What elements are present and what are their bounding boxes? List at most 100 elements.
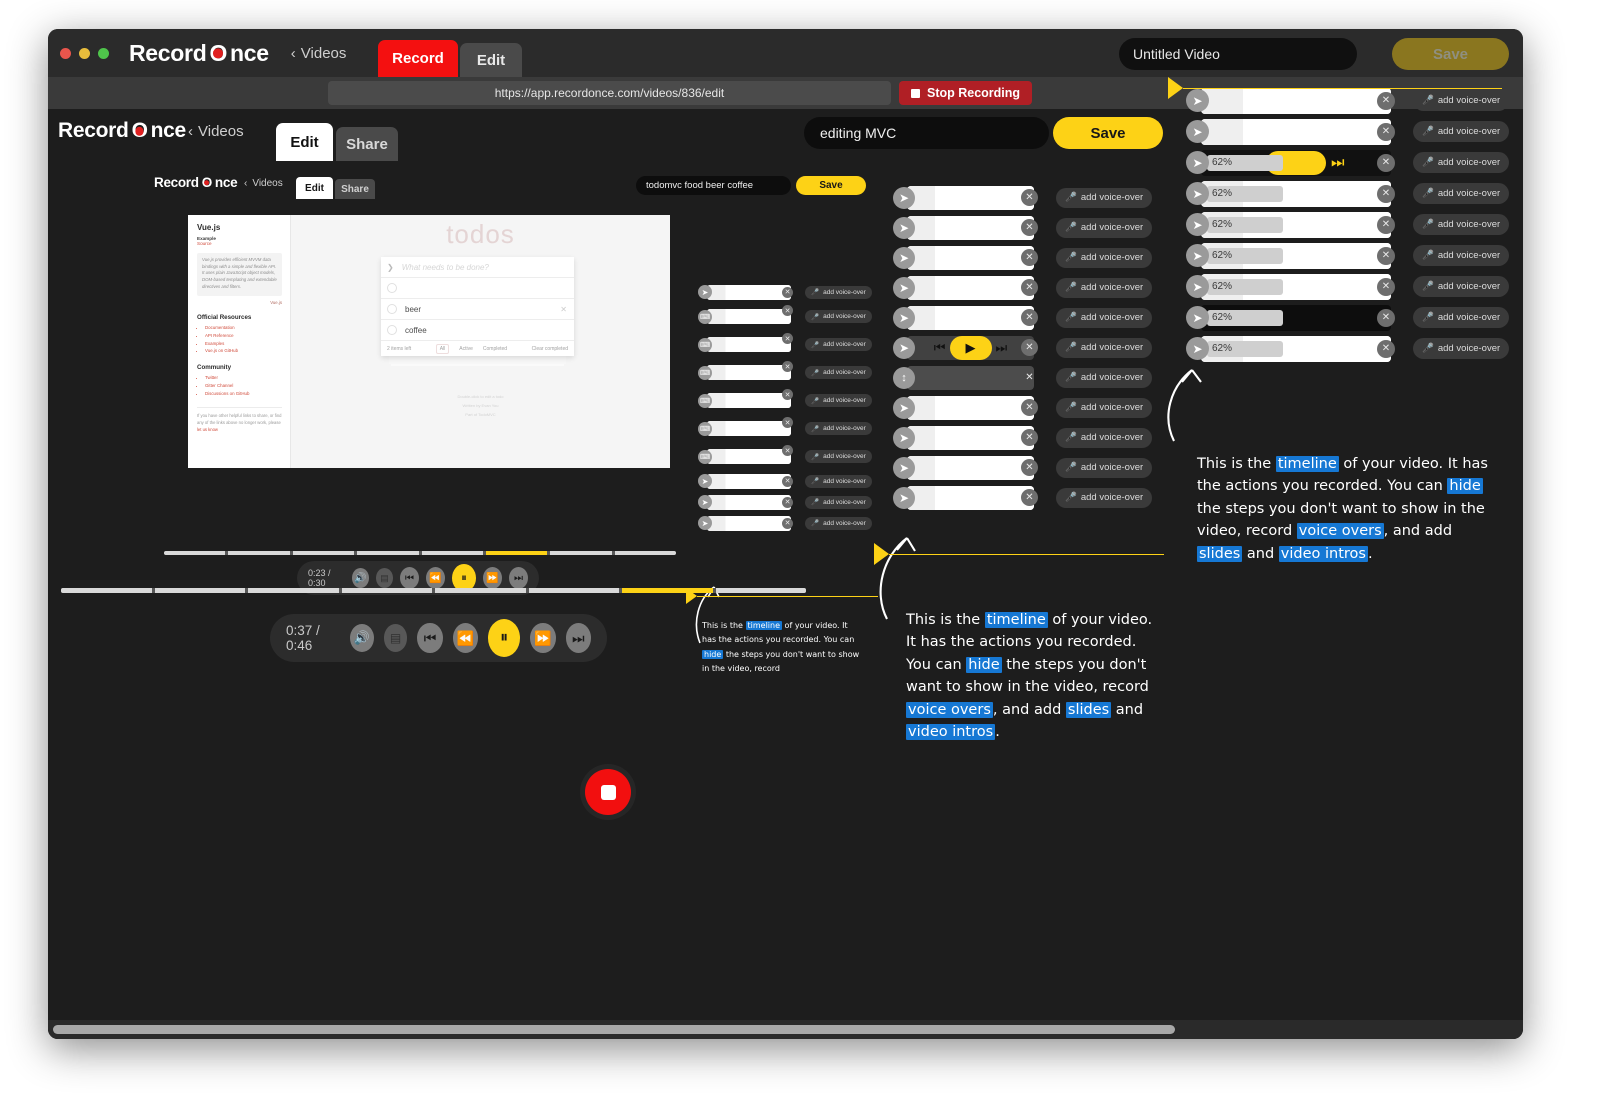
timeline-row[interactable]: ➤ ✕ 🎤 add voice-over [893,184,1163,211]
inner-save-button[interactable]: Save [796,176,866,195]
preview-footer-link[interactable]: let us know [197,427,218,432]
timeline-row[interactable]: ➤ ✕ 🎤 add voice-over [893,304,1163,331]
timeline-row[interactable]: ⌨ "food" ✕ 🎤 add voice-over [698,304,878,329]
add-voice-over-button[interactable]: 🎤 add voice-over [805,338,872,351]
delete-step-icon[interactable]: ✕ [1377,308,1395,327]
mid-player-controls[interactable]: 0:37 / 0:46 🔊 ▤ ⏮ ⏪ ⏸ ⏩ ⏭ [270,614,607,662]
delete-step-icon[interactable]: ✕ [1377,246,1395,265]
close-window-icon[interactable] [60,47,71,59]
timeline-thumbnail[interactable]: 62% [1201,180,1391,207]
delete-step-icon[interactable]: ✕ [782,333,793,344]
delete-step-icon[interactable]: ✕ [1021,459,1038,476]
timeline-thumbnail[interactable] [907,185,1034,210]
timeline-row[interactable]: ➤ ✕ 🎤 add voice-over [893,244,1163,271]
timeline-thumbnail[interactable]: [Enter] [707,393,791,408]
timeline-thumbnail[interactable]: [Enter] [707,449,791,464]
timeline-thumbnail[interactable]: 62% [1201,273,1391,300]
add-voice-over-button[interactable]: 🎤 add voice-over [1413,214,1510,235]
todo-filter-active[interactable]: Active [459,346,473,352]
add-voice-over-button[interactable]: 🎤 add voice-over [1413,152,1510,173]
inner-tab-edit[interactable]: Edit [296,177,333,199]
inner-tab-group[interactable]: Edit Share [296,177,375,199]
add-voice-over-button[interactable]: 🎤 add voice-over [1056,457,1153,478]
list-item[interactable]: Examples [205,340,282,348]
timeline-row[interactable]: ➤ ✕ 🎤 add voice-over [893,214,1163,241]
inner-playhead[interactable] [686,588,878,604]
add-voice-over-button[interactable]: 🎤 add voice-over [1413,307,1510,328]
list-item[interactable]: Documentation [205,324,282,332]
delete-step-icon[interactable]: ✕ [1021,489,1038,506]
add-voice-over-button[interactable]: 🎤 add voice-over [1413,245,1510,266]
add-voice-over-button[interactable]: 🎤 add voice-over [1413,183,1510,204]
timeline-row[interactable]: ➤ ✕ 🎤 add voice-over [1186,117,1516,146]
timeline-row-current[interactable]: ➤ ✕ 🎤 add voice-over [698,493,878,511]
maximize-window-icon[interactable] [98,47,109,59]
add-voice-over-button[interactable]: 🎤 add voice-over [1413,276,1510,297]
inner-title-input[interactable]: todomvc food beer coffee [636,176,791,195]
mid-tab-group[interactable]: Edit Share [276,123,398,161]
timeline-row[interactable]: ⌨ "beer" ✕ 🎤 add voice-over [698,360,878,385]
todo-row[interactable] [381,278,574,299]
inner-scrub-bar[interactable] [164,551,676,555]
timeline-row[interactable]: ⌨ "coffee" ✕ 🎤 add voice-over [698,416,878,441]
add-voice-over-button[interactable]: 🎤 add voice-over [1056,427,1153,448]
timeline-row[interactable]: ➤ ✕ 🎤 add voice-over [698,472,878,490]
delete-step-icon[interactable]: ✕ [782,389,793,400]
captions-icon[interactable]: ▤ [375,568,394,588]
add-voice-over-button[interactable]: 🎤 add voice-over [805,474,872,488]
delete-step-icon[interactable]: ✕ [1377,122,1395,141]
delete-step-icon[interactable]: ✕ [782,445,793,456]
toggle-all-chevron-icon[interactable]: ❯ [387,263,394,272]
delete-step-icon[interactable]: ✕ [782,286,793,298]
play-icon[interactable]: ▶ [949,335,992,360]
timeline-row-scroll[interactable]: ↕ ✕ 🎤 add voice-over [893,364,1163,391]
delete-step-icon[interactable]: ✕ [1021,309,1038,326]
add-voice-over-button[interactable]: 🎤 add voice-over [1413,338,1510,359]
mid-title-input[interactable]: editing MVC [804,117,1049,149]
add-voice-over-button[interactable]: 🎤 add voice-over [1056,337,1153,358]
rewind-icon[interactable]: ⏪ [452,623,479,653]
skip-start-icon[interactable]: ⏮ [417,623,443,653]
timeline-row[interactable]: ➤ 62% ✕ 🎤 add voice-over [1186,210,1516,239]
todo-filter-completed[interactable]: Completed [483,346,507,352]
skip-start-icon[interactable]: ⏮ [400,567,420,589]
timeline-row[interactable]: ➤ ✕ 🎤 add voice-over [893,274,1163,301]
timeline-row[interactable]: ➤ ✕ 🎤 add voice-over [698,514,878,532]
add-voice-over-button[interactable]: 🎤 add voice-over [1056,247,1153,268]
window-controls[interactable] [60,47,109,59]
timeline-thumbnail[interactable] [907,275,1034,300]
timeline-thumbnail[interactable]: 62% [1201,304,1391,331]
mid-save-button[interactable]: Save [1053,117,1163,149]
pause-icon[interactable]: ⏸ [488,619,521,657]
timeline-row[interactable]: ➤ 62% ✕ 🎤 add voice-over [1186,272,1516,301]
volume-icon[interactable]: 🔊 [349,624,374,652]
add-voice-over-button[interactable]: 🎤 add voice-over [805,516,872,530]
add-voice-over-button[interactable]: 🎤 add voice-over [1413,121,1510,142]
timeline-thumbnail[interactable]: "beer" [707,365,791,380]
add-voice-over-button[interactable]: 🎤 add voice-over [1056,487,1153,508]
delete-step-icon[interactable]: ✕ [1377,215,1395,234]
add-voice-over-button[interactable]: 🎤 add voice-over [1056,367,1153,388]
todo-row[interactable]: beer ✕ [381,299,574,320]
mid-playhead[interactable] [874,543,1164,565]
delete-step-icon[interactable]: ✕ [782,305,793,316]
delete-step-icon[interactable]: ✕ [782,361,793,372]
outer-tab-group[interactable]: Record Edit [378,40,522,77]
timeline-thumbnail[interactable] [907,245,1034,270]
add-voice-over-button[interactable]: 🎤 add voice-over [805,394,872,407]
add-voice-over-button[interactable]: 🎤 add voice-over [1056,217,1153,238]
delete-step-icon[interactable]: ✕ [1377,339,1395,358]
todo-checkbox-icon[interactable] [387,283,397,293]
timeline-thumbnail-video[interactable]: ⏮ ▶ ⏭ [907,335,1034,360]
timeline-thumbnail[interactable]: "coffee" [707,421,791,436]
rewind-icon[interactable]: ⏪ [426,567,445,589]
delete-step-icon[interactable]: ✕ [1021,339,1038,356]
timeline-row[interactable]: ➤ ✕ 🎤 add voice-over [893,484,1163,511]
timeline-thumbnail[interactable]: 62% [1201,211,1391,238]
stop-recording-button[interactable]: Stop Recording [899,81,1033,105]
timeline-row[interactable]: ➤ ✕ 🎤 add voice-over [893,394,1163,421]
horizontal-scrollbar[interactable] [53,1025,1175,1034]
add-voice-over-button[interactable]: 🎤 add voice-over [1056,187,1153,208]
mid-tab-share[interactable]: Share [336,127,398,161]
todo-checkbox-icon[interactable] [387,325,397,335]
